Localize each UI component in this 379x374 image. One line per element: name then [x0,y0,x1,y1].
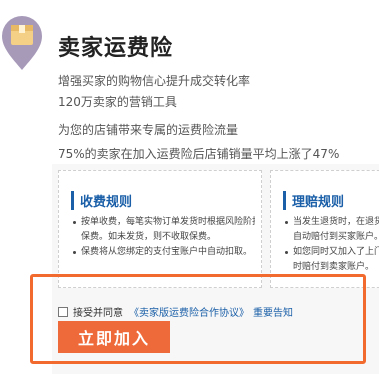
intro-line-4: 75%的卖家在加入运费险后店铺销量平均上涨了47% [58,147,340,161]
list-item: 自动赔付到买家账户。 [293,232,379,242]
agreement-link[interactable]: 《卖家版运费险合作协议》 [129,304,249,319]
fee-rules-title: 收费规则 [71,191,132,210]
page: 卖家运费险 增强买家的购物信心提升成交转化率 120万卖家的营销工具 为您的店铺… [0,0,379,374]
list-item: 当发生退货时，在退货退 [283,215,379,230]
list-item: 如您同时又加入了上门退 [283,245,379,260]
fee-rules-list: 按单收费，每笔实物订单发货时根据风险阶扣取 保费。如未发货，则不收取保费。 保费… [71,215,255,260]
claim-rules-box: 理赔规则 当发生退货时，在退货退 自动赔付到买家账户。 如您同时又加入了上门退 … [270,170,379,288]
claim-rules-list: 当发生退货时，在退货退 自动赔付到买家账户。 如您同时又加入了上门退 时赔付到卖… [283,215,379,275]
agree-checkbox[interactable] [58,306,68,317]
list-item: 时赔付到卖家账户。 [293,262,375,272]
agreement-row: 接受并同意 《卖家版运费险合作协议》 重要告知 [58,304,293,319]
list-item: 按单收费，每笔实物订单发货时根据风险阶扣取 [71,215,255,230]
fee-rules-box: 收费规则 按单收费，每笔实物订单发货时根据风险阶扣取 保费。如未发货，则不收取保… [58,170,262,288]
list-item: 保费。如未发货，则不收取保费。 [81,232,217,242]
join-now-button[interactable]: 立即加入 [58,321,170,353]
list-item: 保费将从您绑定的支付宝账户中自动扣取。 [71,245,255,260]
agree-label: 接受并同意 [73,308,123,319]
intro-line-1: 增强买家的购物信心提升成交转化率 [58,74,251,88]
page-title: 卖家运费险 [58,36,174,61]
location-pin-box-icon [2,16,42,70]
intro-line-2: 120万卖家的营销工具 [58,95,177,109]
important-notice-link[interactable]: 重要告知 [253,304,293,319]
claim-rules-title: 理赔规则 [283,191,344,210]
intro-line-3: 为您的店铺带来专属的运费险流量 [58,123,239,137]
